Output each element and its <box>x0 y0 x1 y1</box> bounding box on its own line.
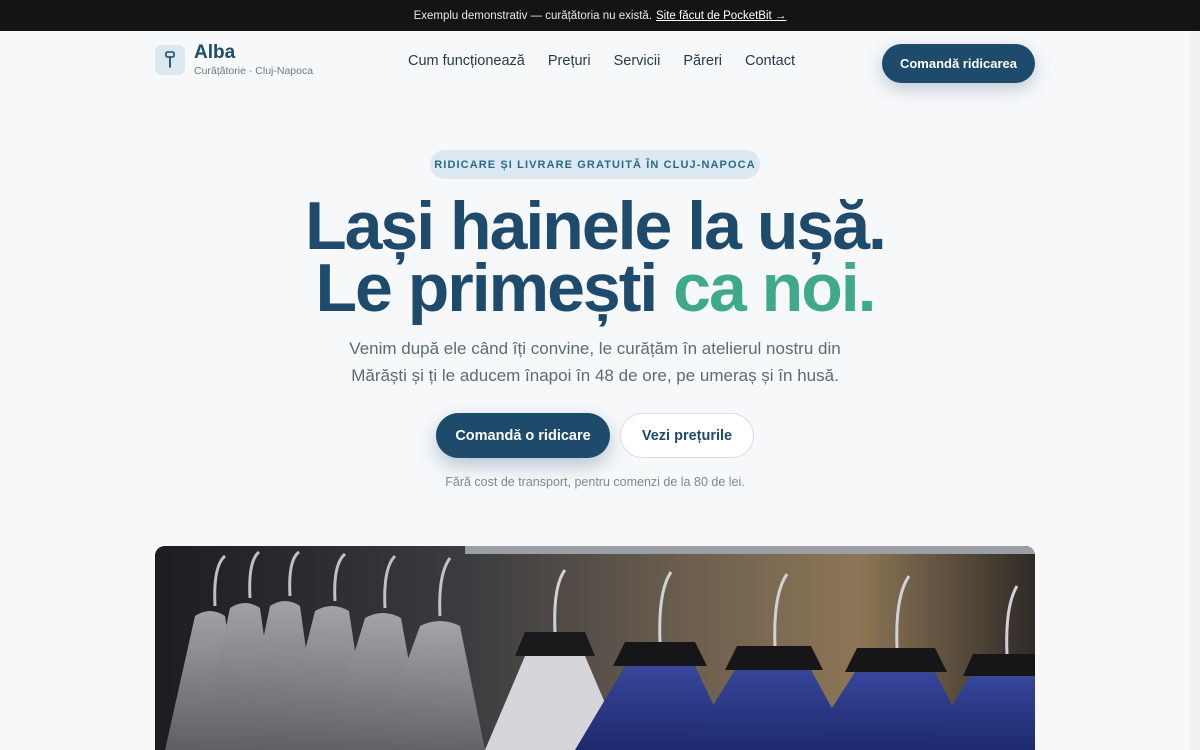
hero-title-accent: ca noi. <box>673 250 876 326</box>
demo-banner-link[interactable]: Site făcut de PocketBit → <box>656 10 786 22</box>
hero-lead: Venim după ele când îți convine, le cură… <box>349 339 841 385</box>
free-delivery-badge: RIDICARE ȘI LIVRARE GRATUITĂ ÎN CLUJ-NAP… <box>430 150 760 179</box>
demo-banner: Exemplu demonstrativ — curățătoria nu ex… <box>0 0 1200 31</box>
hero-title-line-2-start: Le primești <box>315 250 674 326</box>
nav-item-services[interactable]: Servicii <box>614 53 661 69</box>
hero-title-line-2: Le primești ca noi. <box>0 254 1190 322</box>
nav-item-prices[interactable]: Prețuri <box>548 53 591 69</box>
scrollbar[interactable] <box>1190 31 1200 750</box>
demo-banner-text: Exemplu demonstrativ — curățătoria nu ex… <box>413 9 652 22</box>
see-prices-button[interactable]: Vezi prețurile <box>620 413 754 458</box>
hanger-tag-icon <box>155 45 185 75</box>
site-header: Alba Curățătorie · Cluj-Napoca Cum funcț… <box>0 31 1200 95</box>
brand-name: Alba <box>194 42 236 63</box>
nav-item-how-it-works[interactable]: Cum funcționează <box>408 53 525 69</box>
main-nav: Cum funcționează Prețuri Servicii Păreri… <box>408 53 795 69</box>
brand-logo[interactable]: Alba Curățătorie · Cluj-Napoca <box>155 43 313 77</box>
hero-title-line-1: Lași hainele la ușă. <box>305 188 887 264</box>
order-pickup-header-button[interactable]: Comandă ridicarea <box>882 44 1035 83</box>
brand-subtitle: Curățătorie · Cluj-Napoca <box>194 65 314 77</box>
hero-photo-suits-on-rack <box>155 546 1035 750</box>
free-transport-note: Fără cost de transport, pentru comenzi d… <box>445 475 745 489</box>
nav-item-contact[interactable]: Contact <box>745 53 795 69</box>
nav-item-reviews[interactable]: Păreri <box>683 53 722 69</box>
hero-photo-illustration <box>155 546 1035 750</box>
order-pickup-button[interactable]: Comandă o ridicare <box>436 413 610 458</box>
